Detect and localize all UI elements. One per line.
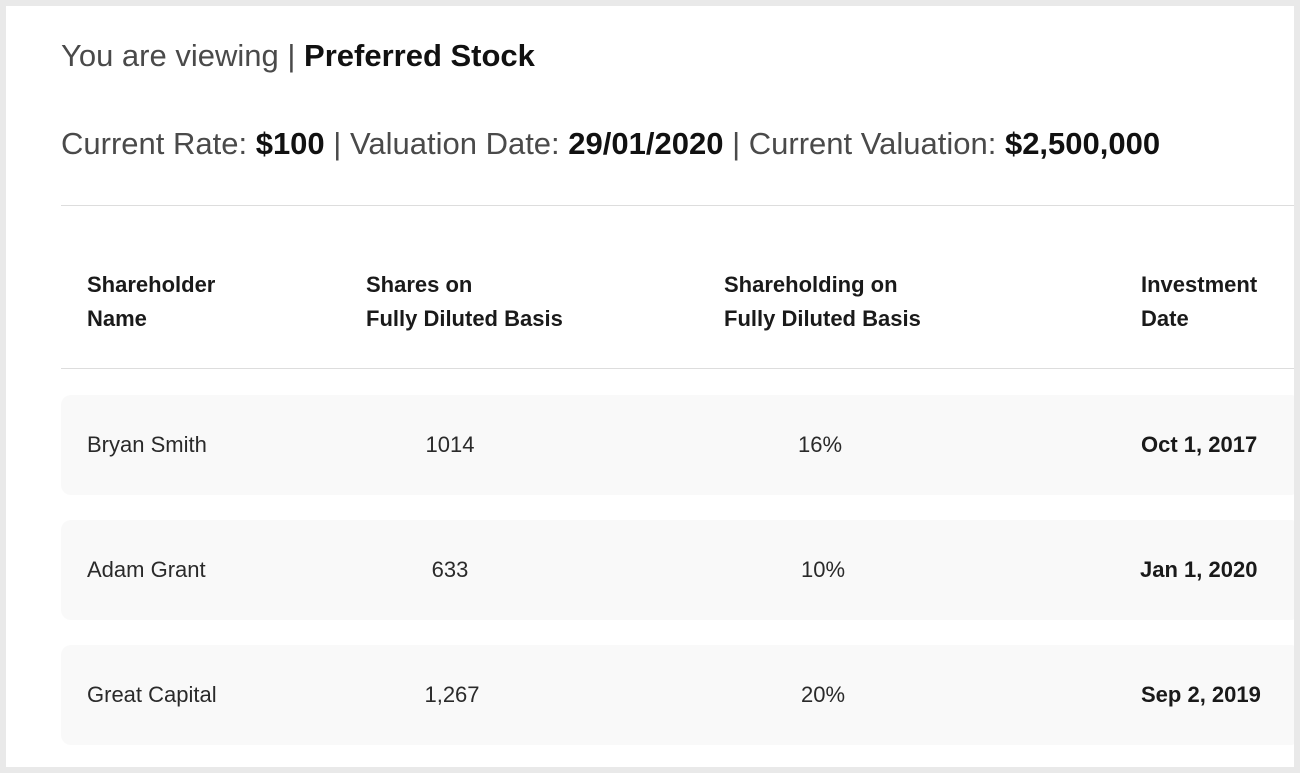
- shareholding-cell: 16%: [797, 432, 843, 457]
- current-rate-label: Current Rate:: [61, 126, 248, 161]
- column-header-shares[interactable]: Shares on Fully Diluted Basis: [366, 268, 563, 336]
- shareholders-card: You are viewing | Preferred Stock Curren…: [6, 6, 1294, 767]
- summary-separator: |: [333, 126, 342, 161]
- column-header-investment-date[interactable]: Investment Date: [1141, 268, 1257, 336]
- investment-date-cell: Jan 1, 2020: [1140, 557, 1258, 582]
- column-header-shareholder-name[interactable]: Shareholder Name: [87, 268, 215, 336]
- stock-class-title: Preferred Stock: [304, 38, 535, 73]
- shares-cell: 1,267: [424, 682, 480, 707]
- investment-date-cell: Oct 1, 2017: [1141, 432, 1258, 457]
- shareholding-cell: 10%: [800, 557, 846, 582]
- shareholder-name-cell: Great Capital: [87, 682, 217, 707]
- current-rate-value: $100: [255, 126, 325, 161]
- viewing-prefix: You are viewing |: [61, 38, 296, 73]
- column-header-line: Shareholding on: [724, 272, 898, 297]
- column-header-line: Investment: [1141, 272, 1258, 297]
- shares-cell: 1014: [425, 432, 475, 457]
- valuation-date-label: Valuation Date:: [349, 126, 560, 161]
- valuation-date-value: 29/01/2020: [568, 126, 724, 161]
- column-header-line: Fully Diluted Basis: [366, 306, 563, 331]
- column-header-line: Fully Diluted Basis: [724, 306, 921, 331]
- column-header-shareholding[interactable]: Shareholding on Fully Diluted Basis: [724, 268, 921, 336]
- viewing-header: You are viewing | Preferred Stock: [61, 36, 535, 76]
- shareholder-name-cell: Adam Grant: [87, 557, 206, 582]
- column-header-line: Shareholder: [87, 272, 216, 297]
- shareholding-cell: 20%: [800, 682, 846, 707]
- table-header-divider: [61, 368, 1294, 369]
- current-valuation-value: $2,500,000: [1004, 126, 1161, 161]
- column-header-line: Date: [1141, 306, 1189, 331]
- shareholder-name-cell: Bryan Smith: [87, 432, 207, 457]
- table-row[interactable]: Great Capital 1,267 20% Sep 2, 2019: [61, 645, 1294, 745]
- summary-separator: |: [732, 126, 741, 161]
- column-header-line: Shares on: [366, 272, 473, 297]
- summary-divider: [61, 205, 1294, 206]
- shares-cell: 633: [431, 557, 469, 582]
- column-header-line: Name: [87, 306, 147, 331]
- investment-date-cell: Sep 2, 2019: [1141, 682, 1261, 707]
- table-row[interactable]: Adam Grant 633 10% Jan 1, 2020: [61, 520, 1294, 620]
- table-row[interactable]: Bryan Smith 1014 16% Oct 1, 2017: [61, 395, 1294, 495]
- valuation-summary: Current Rate: $100 | Valuation Date: 29/…: [61, 124, 1160, 164]
- current-valuation-label: Current Valuation:: [748, 126, 997, 161]
